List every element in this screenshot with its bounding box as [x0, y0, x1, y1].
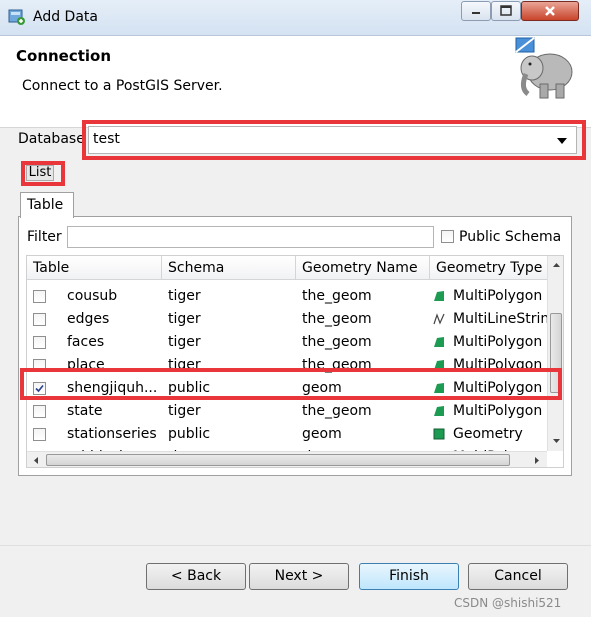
close-icon [545, 6, 555, 16]
filter-label: Filter [27, 229, 62, 245]
column-header-schema[interactable]: Schema [162, 256, 296, 280]
highlight-box-selected-row [20, 368, 562, 400]
window-title: Add Data [33, 9, 98, 25]
cell-geometry-type: MultiPolygon [453, 334, 543, 350]
table-row[interactable]: cousub tiger the_geom MultiPolygon [27, 285, 547, 308]
table-body: cousub tiger the_geom MultiPolygon edges tige… [27, 281, 547, 451]
highlight-box-database [82, 120, 586, 160]
back-button[interactable]: < Back [146, 563, 246, 590]
tab-table[interactable]: Table [20, 192, 74, 218]
scroll-up-icon[interactable] [548, 258, 564, 272]
cell-table-name: state [67, 403, 103, 419]
cell-schema: tiger [168, 334, 201, 350]
scroll-left-icon[interactable] [29, 452, 43, 468]
cell-geometry-name: the_geom [302, 311, 372, 327]
cell-geometry-name: the_geom [302, 288, 372, 304]
add-data-icon [8, 9, 25, 25]
row-checkbox[interactable] [33, 428, 46, 441]
table-header: Table Schema Geometry Name Geometry Type [27, 256, 547, 280]
wizard-header: Connection Connect to a PostGIS Server. [0, 36, 591, 128]
cell-schema: public [168, 426, 211, 442]
scroll-down-icon[interactable] [548, 434, 564, 448]
horizontal-scrollbar[interactable] [27, 451, 547, 468]
next-button[interactable]: Next > [249, 563, 349, 590]
cell-geometry-type: Geometry [453, 426, 523, 442]
minimize-icon [472, 12, 480, 14]
page-title: Connection [16, 47, 112, 65]
close-button[interactable] [521, 1, 579, 21]
table-row[interactable]: faces tiger the_geom MultiPolygon [27, 331, 547, 354]
geometry-icon [433, 428, 445, 440]
multipolygon-icon [434, 406, 444, 416]
cell-geometry-type: MultiPolygon [453, 288, 543, 304]
cell-geometry-name: geom [302, 426, 342, 442]
watermark: CSDN @shishi521 [454, 596, 562, 610]
column-header-table[interactable]: Table [27, 256, 162, 280]
cell-schema: tiger [168, 311, 201, 327]
cell-table-name: cousub [67, 288, 118, 304]
layer-table: Table Schema Geometry Name Geometry Type… [26, 255, 564, 468]
cell-schema: tiger [168, 288, 201, 304]
cell-table-name: faces [67, 334, 105, 350]
vertical-scrollbar[interactable] [547, 256, 564, 451]
finish-button[interactable]: Finish [359, 563, 459, 590]
cell-geometry-name: the_geom [302, 334, 372, 350]
cell-geometry-name: the_geom [302, 403, 372, 419]
maximize-icon [500, 5, 512, 16]
highlight-box-list [21, 161, 65, 186]
filter-input[interactable] [67, 226, 434, 248]
row-checkbox[interactable] [33, 336, 46, 349]
cell-table-name: edges [67, 311, 110, 327]
multipolygon-icon [434, 291, 444, 301]
public-schema-label: Public Schema [459, 229, 562, 245]
public-schema-checkbox[interactable] [441, 230, 454, 243]
multipolygon-icon [434, 337, 444, 347]
table-row[interactable]: stationseries public geom Geometry [27, 423, 547, 446]
cancel-button[interactable]: Cancel [468, 563, 568, 590]
postgis-elephant-logo [515, 37, 573, 99]
cell-table-name: stationseries [67, 426, 157, 442]
cell-schema: tiger [168, 403, 201, 419]
horizontal-scroll-thumb[interactable] [46, 454, 510, 466]
row-checkbox[interactable] [33, 290, 46, 303]
maximize-button[interactable] [491, 1, 521, 21]
cell-geometry-type: MultiPolygon [453, 403, 543, 419]
database-label: Database [18, 131, 85, 147]
multilinestring-icon [433, 313, 445, 325]
column-header-geometry-type[interactable]: Geometry Type [430, 256, 547, 280]
table-row[interactable]: edges tiger the_geom MultiLineString [27, 308, 547, 331]
row-checkbox[interactable] [33, 405, 46, 418]
page-description: Connect to a PostGIS Server. [22, 78, 223, 94]
table-row[interactable]: state tiger the_geom MultiPolygon [27, 400, 547, 423]
cell-geometry-type: MultiLineString [453, 311, 547, 327]
minimize-button[interactable] [461, 1, 491, 21]
scroll-right-icon[interactable] [530, 452, 544, 468]
footer-divider [0, 545, 591, 546]
column-header-geometry-name[interactable]: Geometry Name [296, 256, 430, 280]
title-bar: Add Data [0, 0, 591, 36]
row-checkbox[interactable] [33, 313, 46, 326]
